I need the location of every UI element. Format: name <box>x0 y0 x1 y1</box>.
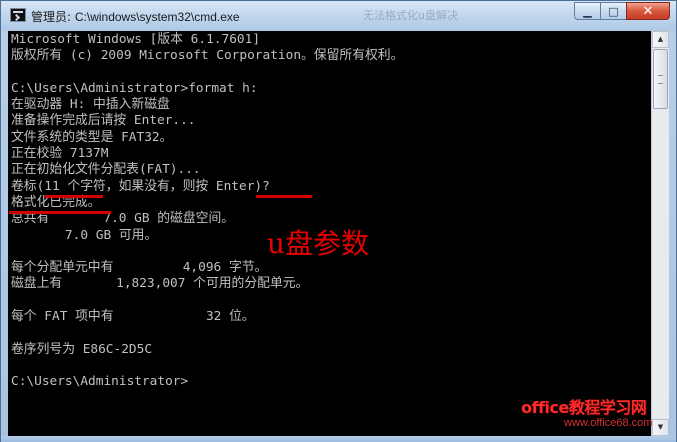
console-line: 在驱动器 H: 中插入新磁盘 <box>11 97 170 113</box>
scroll-down-arrow-icon: ▼ <box>657 423 664 431</box>
console-line: 每个 FAT 项中有 32 位。 <box>11 309 255 325</box>
close-button[interactable]: ✕ <box>626 2 670 20</box>
console-line: 卷标(11 个字符，如果没有，则按 Enter)? <box>11 178 270 194</box>
console-line: C:\Users\Administrator>format h: <box>11 80 258 96</box>
underline-enter <box>256 195 312 198</box>
scroll-down-button[interactable]: ▼ <box>652 419 669 436</box>
window-controls: ▁ □ ✕ <box>574 2 670 22</box>
watermark-url: www.office68.com <box>564 417 653 429</box>
minimize-icon: ▁ <box>583 4 592 18</box>
vertical-scrollbar[interactable]: ▲ ▼ <box>651 31 669 436</box>
console-line: 准备操作完成后请按 Enter... <box>11 113 196 129</box>
background-window-text: 无法格式化u盘解决 <box>363 9 458 22</box>
minimize-button[interactable]: ▁ <box>574 2 601 20</box>
watermark-brand: office教程学习网 <box>521 398 647 417</box>
close-icon: ✕ <box>642 3 654 19</box>
maximize-icon: □ <box>608 4 619 18</box>
console-line: 磁盘上有 1,823,007 个可用的分配单元。 <box>11 276 309 292</box>
console-line: 正在初始化文件分配表(FAT)... <box>11 162 201 178</box>
console-line: 文件系统的类型是 FAT32。 <box>11 129 173 145</box>
console-line: 正在校验 7137M <box>11 146 109 162</box>
maximize-button[interactable]: □ <box>600 2 627 20</box>
console-line: 卷序列号为 E86C-2D5C <box>11 341 153 357</box>
window-title: 管理员: C:\windows\system32\cmd.exe <box>31 8 240 25</box>
console-line: 每个分配单元中有 4,096 字节。 <box>11 260 268 276</box>
annotation-label: u盘参数 <box>267 227 370 260</box>
scroll-up-button[interactable]: ▲ <box>652 31 669 48</box>
cmd-window: 管理员: C:\windows\system32\cmd.exe 无法格式化u盘… <box>0 0 677 442</box>
console-line: Microsoft Windows [版本 6.1.7601] <box>11 32 261 47</box>
underline-format-complete <box>9 211 111 214</box>
window-bottom-border <box>1 436 676 442</box>
underline-label-prompt <box>45 195 103 198</box>
title-bar[interactable]: 管理员: C:\windows\system32\cmd.exe 无法格式化u盘… <box>1 1 676 31</box>
scroll-thumb[interactable] <box>653 49 668 109</box>
console-line: C:\Users\Administrator> <box>11 374 189 390</box>
title-path: C:\windows\system32\cmd.exe <box>74 10 240 24</box>
scroll-up-arrow-icon: ▲ <box>657 35 664 43</box>
cmd-app-icon[interactable] <box>10 8 26 22</box>
title-prefix: 管理员: <box>31 10 75 24</box>
console-line: 版权所有 (c) 2009 Microsoft Corporation。保留所有… <box>11 48 404 64</box>
